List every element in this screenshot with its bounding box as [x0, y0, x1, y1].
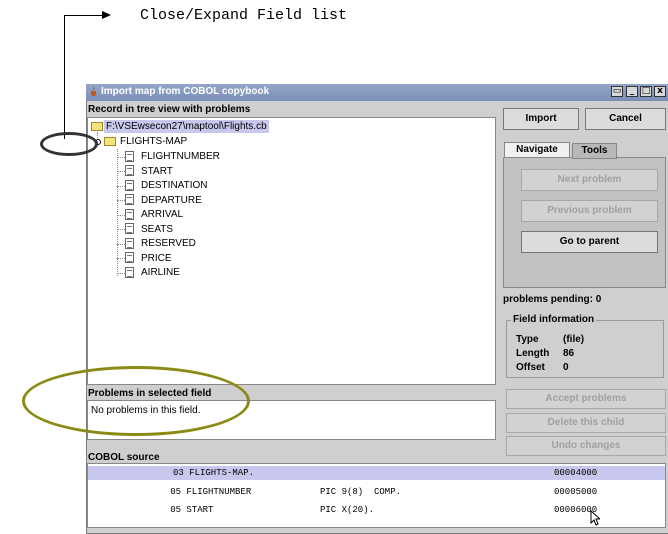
close-button[interactable]: x	[654, 86, 666, 97]
cobol-seq: 00004000	[554, 468, 598, 478]
tree-field-label: START	[141, 166, 173, 177]
callout-text: Close/Expand Field list	[140, 7, 348, 24]
offset-value: 0	[563, 362, 569, 373]
field-icon	[125, 194, 134, 205]
delete-child-button[interactable]: Delete this child	[506, 413, 666, 433]
cobol-pic: PIC 9(8) COMP.	[320, 487, 402, 497]
problems-pending-status: problems pending: 0	[503, 294, 602, 305]
next-problem-button[interactable]: Next problem	[521, 169, 658, 191]
callout-arrowhead	[102, 11, 111, 19]
accept-problems-button[interactable]: Accept problems	[506, 389, 666, 409]
callout-line-top	[64, 15, 102, 16]
tree-connector	[117, 171, 125, 172]
callout-line-vertical	[64, 15, 65, 139]
cobol-line-selected[interactable]: 03 FLIGHTS-MAP. 00004000	[88, 466, 665, 480]
cobol-section-label: COBOL source	[88, 452, 160, 463]
offset-label: Offset	[516, 362, 545, 373]
cobol-code: 05 FLIGHTNUMBER	[154, 487, 252, 497]
field-info-title: Field information	[511, 314, 597, 325]
previous-problem-button[interactable]: Previous problem	[521, 200, 658, 222]
tree-connector	[117, 157, 125, 158]
mouse-cursor-icon	[590, 510, 600, 526]
undo-changes-button[interactable]: Undo changes	[506, 436, 666, 456]
tree-connector	[117, 229, 125, 230]
field-icon	[125, 267, 134, 278]
tree-field-label: ARRIVAL	[141, 209, 184, 220]
tree-connector	[117, 273, 125, 274]
cobol-source-view[interactable]: 03 FLIGHTS-MAP. 00004000 05 FLIGHTNUMBER…	[87, 463, 666, 528]
highlight-ellipse	[22, 366, 250, 436]
cobol-code: 03 FLIGHTS-MAP.	[173, 468, 255, 478]
tree-field-label: PRICE	[141, 253, 172, 264]
tree-connector	[117, 258, 125, 259]
tree-connector	[117, 215, 125, 216]
tree-section-label: Record in tree view with problems	[88, 104, 251, 115]
restore-icon[interactable]: ▭	[611, 86, 623, 97]
cobol-line[interactable]: 05 FLIGHTNUMBER PIC 9(8) COMP. 00005000	[88, 485, 665, 499]
cobol-seq: 00005000	[554, 487, 598, 497]
field-icon	[125, 151, 134, 162]
cancel-button[interactable]: Cancel	[585, 108, 666, 130]
field-icon	[125, 252, 134, 263]
length-value: 86	[563, 348, 575, 359]
cobol-pic: PIC X(20).	[320, 505, 375, 515]
length-label: Length	[516, 348, 550, 359]
go-to-parent-button[interactable]: Go to parent	[521, 231, 658, 253]
java-cup-icon	[91, 87, 96, 96]
tree-connector	[117, 244, 125, 245]
tree-panel[interactable]: F:\VSEwsecon27\maptool\Flights.cb FLIGHT…	[87, 117, 496, 385]
tree-field-label: DESTINATION	[141, 180, 208, 191]
field-icon	[125, 180, 134, 191]
tree-map-node[interactable]: FLIGHTS-MAP	[120, 135, 187, 148]
tree-field-label: SEATS	[141, 224, 174, 235]
folder-icon	[91, 122, 103, 131]
type-value: (file)	[563, 334, 585, 345]
type-label: Type	[516, 334, 539, 345]
marker-ellipse	[40, 132, 98, 156]
cobol-line[interactable]: 05 START PIC X(20). 00006000	[88, 503, 665, 517]
field-icon	[125, 209, 134, 220]
tree-field-label: AIRLINE	[141, 267, 180, 278]
tree-field-label: DEPARTURE	[141, 195, 202, 206]
tree-field-label: FLIGHTNUMBER	[141, 151, 220, 162]
tab-tools[interactable]: Tools	[572, 143, 617, 159]
tab-navigate[interactable]: Navigate	[504, 142, 570, 158]
import-button[interactable]: Import	[503, 108, 579, 130]
tree-guide-fields	[117, 149, 118, 276]
field-icon	[125, 238, 134, 249]
field-icon	[125, 165, 134, 176]
maximize-button[interactable]: □	[640, 86, 652, 97]
tree-connector	[117, 186, 125, 187]
field-icon	[125, 223, 134, 234]
folder-icon	[104, 137, 116, 146]
titlebar: Import map from COBOL copybook ▭ _ □ x	[86, 84, 668, 101]
tree-connector	[117, 200, 125, 201]
field-info-group: Field information Type (file) Length 86 …	[506, 314, 664, 378]
window-title: Import map from COBOL copybook	[101, 86, 270, 97]
cobol-code: 05 START	[154, 505, 214, 515]
minimize-button[interactable]: _	[626, 86, 638, 97]
tree-field-label: RESERVED	[141, 238, 196, 249]
tree-root-path[interactable]: F:\VSEwsecon27\maptool\Flights.cb	[104, 120, 269, 133]
